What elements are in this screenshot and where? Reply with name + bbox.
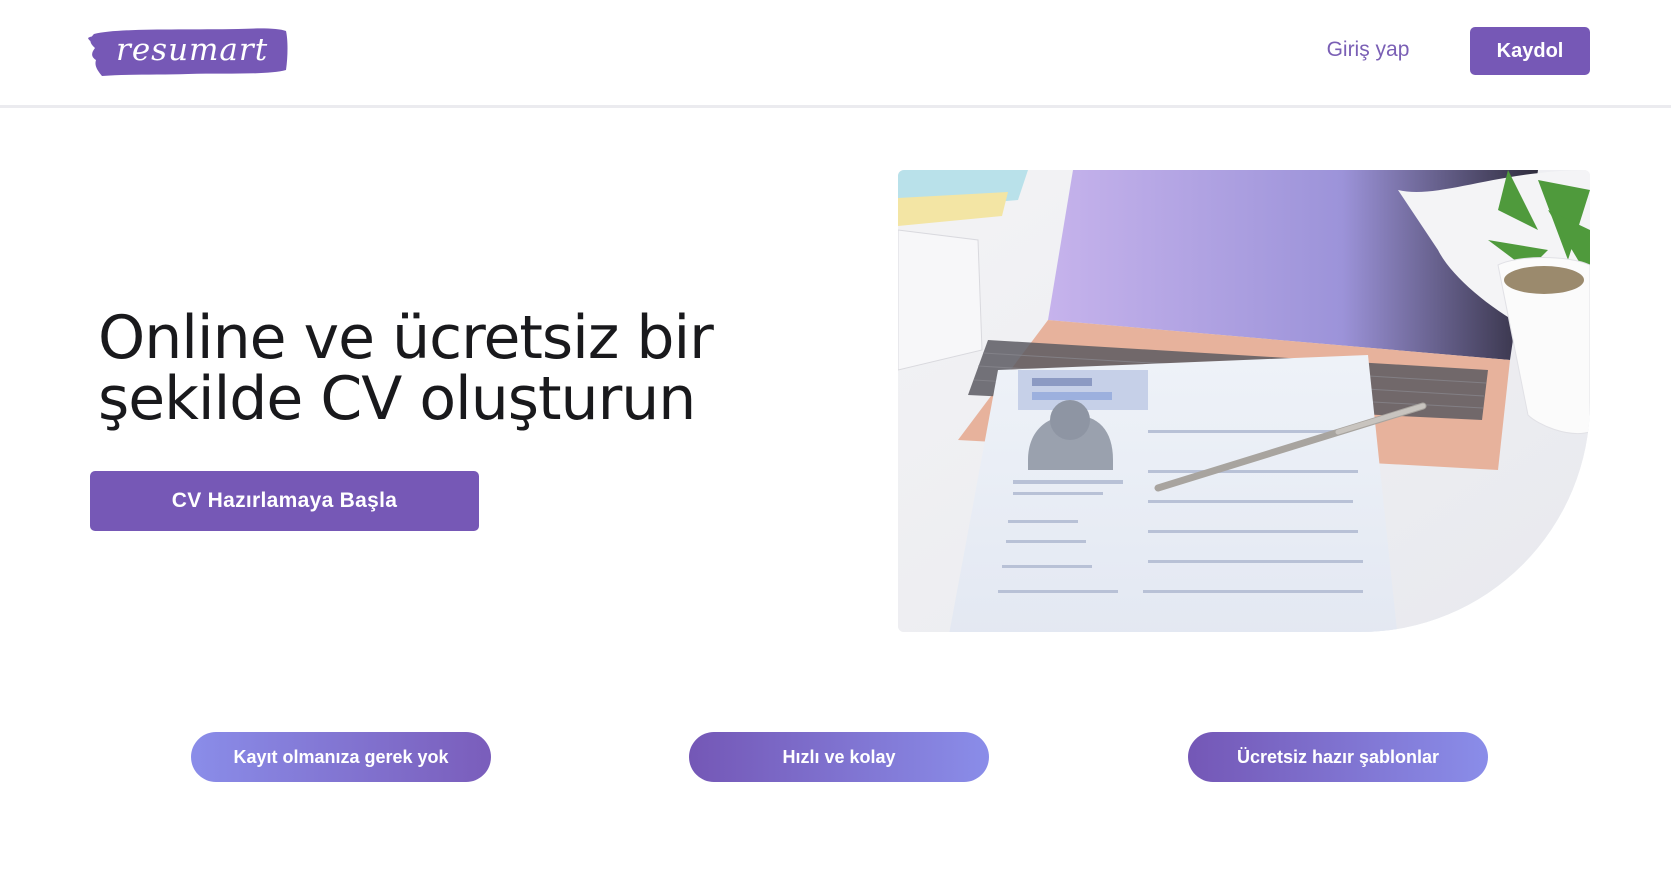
feature-pill-fast-easy: Hızlı ve kolay bbox=[689, 732, 989, 782]
site-header: resumart Giriş yap Kaydol bbox=[0, 0, 1671, 108]
logo-text: resumart bbox=[116, 32, 269, 68]
laptop-resume-illustration bbox=[898, 170, 1590, 632]
resumart-logo[interactable]: resumart bbox=[88, 26, 290, 78]
hero-title-line-2: şekilde CV oluşturun bbox=[98, 364, 696, 434]
hero-title-line-1: Online ve ücretsiz bir bbox=[98, 303, 714, 373]
feature-pill-no-signup: Kayıt olmanıza gerek yok bbox=[191, 732, 491, 782]
login-link[interactable]: Giriş yap bbox=[1318, 34, 1418, 66]
start-cv-button[interactable]: CV Hazırlamaya Başla bbox=[90, 471, 479, 531]
hero-photo-laptop-resume bbox=[898, 170, 1590, 632]
feature-pill-free-templates: Ücretsiz hazır şablonlar bbox=[1188, 732, 1488, 782]
signup-button[interactable]: Kaydol bbox=[1470, 27, 1590, 75]
hero-title: Online ve ücretsiz bir şekilde CV oluştu… bbox=[98, 308, 778, 430]
